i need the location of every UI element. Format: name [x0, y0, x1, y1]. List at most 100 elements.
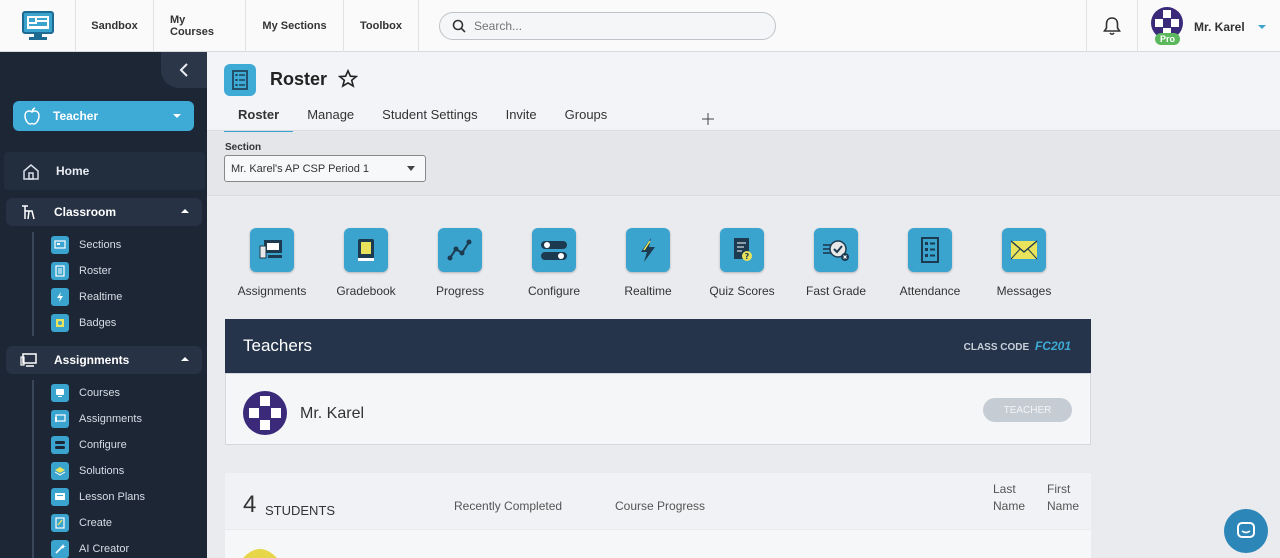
tool-label: Attendance	[899, 284, 961, 298]
sidebar-item-label: Home	[56, 164, 90, 178]
nav-my-sections[interactable]: My Sections	[246, 0, 344, 52]
pro-badge: Pro	[1155, 33, 1181, 45]
assignments-icon	[250, 228, 294, 272]
svg-text:?: ?	[745, 252, 750, 261]
tool-realtime[interactable]: Realtime	[601, 228, 695, 298]
tab-student-settings[interactable]: Student Settings	[368, 104, 491, 134]
sidebar-item-realtime[interactable]: Realtime	[34, 284, 122, 310]
tool-label: Progress	[435, 284, 485, 298]
sidebar-item-lesson-plans[interactable]: Lesson Plans	[34, 484, 145, 510]
page-title: Roster	[270, 69, 328, 89]
notifications-button[interactable]	[1086, 0, 1138, 52]
tab-groups[interactable]: Groups	[551, 104, 622, 134]
sidebar-item-solutions[interactable]: Solutions	[34, 458, 145, 484]
section-label: Section	[225, 142, 262, 153]
sidebar-item-courses[interactable]: Courses	[34, 380, 145, 406]
layers-icon	[51, 462, 69, 480]
col-recently-completed[interactable]: Recently Completed	[454, 499, 562, 513]
nav-my-courses[interactable]: My Courses	[154, 0, 246, 52]
main-content: Roster Roster Manage Student Settings In…	[207, 52, 1280, 558]
sidebar-section-classroom[interactable]: Classroom	[6, 198, 202, 226]
sidebar-item-configure[interactable]: Configure	[34, 432, 145, 458]
attendance-icon	[908, 228, 952, 272]
section-select-value: Mr. Karel's AP CSP Period 1	[231, 162, 370, 175]
sidebar-section-label: Assignments	[54, 353, 130, 367]
class-code-label: CLASS CODE	[963, 342, 1030, 353]
user-name: Mr. Karel	[1194, 20, 1245, 34]
toggle-icon	[532, 228, 576, 272]
sidebar-item-badges[interactable]: Badges	[34, 310, 122, 336]
section-select[interactable]: Mr. Karel's AP CSP Period 1	[224, 155, 426, 182]
crosshair-cursor-icon	[702, 113, 714, 125]
nav-sandbox[interactable]: Sandbox	[76, 0, 154, 52]
sidebar: Teacher Home Classroom Sections Roster R…	[0, 52, 207, 558]
class-code-value[interactable]: FC201	[1035, 339, 1071, 353]
chevron-down-icon	[407, 166, 415, 171]
tool-attendance[interactable]: Attendance	[883, 228, 977, 298]
fast-grade-icon	[814, 228, 858, 272]
assignments-icon	[20, 353, 37, 367]
role-selector[interactable]: Teacher	[13, 101, 194, 131]
chevron-left-icon	[179, 63, 188, 77]
col-course-progress[interactable]: Course Progress	[615, 499, 705, 513]
roster-icon	[51, 262, 69, 280]
teachers-header: Teachers CLASS CODE FC201	[225, 319, 1091, 373]
gradebook-icon	[344, 228, 388, 272]
tool-fast-grade[interactable]: Fast Grade	[789, 228, 883, 298]
teacher-name: Mr. Karel	[300, 405, 365, 422]
tool-label: Gradebook	[336, 284, 396, 298]
tool-messages[interactable]: Messages	[977, 228, 1071, 298]
ai-creator-icon	[51, 540, 69, 558]
sidebar-item-roster[interactable]: Roster	[34, 258, 122, 284]
avatar	[243, 391, 287, 435]
nav-toolbox[interactable]: Toolbox	[344, 0, 419, 52]
tab-manage[interactable]: Manage	[293, 104, 368, 134]
tool-configure[interactable]: Configure	[507, 228, 601, 298]
search-box[interactable]	[439, 12, 776, 40]
sidebar-item-sections[interactable]: Sections	[34, 232, 122, 258]
tab-invite[interactable]: Invite	[492, 104, 551, 134]
tool-quiz-scores[interactable]: ? Quiz Scores	[695, 228, 789, 298]
class-code: CLASS CODE FC201	[964, 339, 1071, 353]
section-bar: Section Mr. Karel's AP CSP Period 1	[207, 132, 1280, 196]
search-icon	[452, 19, 466, 33]
tab-roster[interactable]: Roster	[224, 104, 294, 134]
sections-icon	[51, 236, 69, 254]
sidebar-item-label: Courses	[79, 387, 120, 399]
sidebar-item-assignments[interactable]: Assignments	[34, 406, 145, 432]
chevron-up-icon	[181, 357, 189, 361]
student-count: 4	[243, 491, 257, 518]
sidebar-item-label: Lesson Plans	[79, 491, 146, 503]
tool-gradebook[interactable]: Gradebook	[319, 228, 413, 298]
user-menu[interactable]: Pro Mr. Karel	[1150, 6, 1267, 48]
col-last-name-line1: Last	[993, 482, 1016, 496]
teachers-title: Teachers	[243, 336, 312, 355]
sidebar-item-ai-creator[interactable]: AI Creator	[34, 536, 145, 558]
classroom-icon	[22, 205, 35, 220]
bell-icon	[1103, 17, 1121, 36]
chevron-up-icon	[181, 209, 189, 213]
col-first-name[interactable]: First Name	[1047, 481, 1079, 515]
assignments-icon	[51, 410, 69, 428]
search-input[interactable]	[474, 19, 754, 33]
tool-grid: Assignments Gradebook Progress Configure…	[225, 228, 1071, 298]
col-last-name[interactable]: Last Name	[993, 481, 1025, 515]
sidebar-section-assignments[interactable]: Assignments	[6, 346, 202, 374]
page-tabs: Roster Manage Student Settings Invite Gr…	[224, 104, 621, 134]
tool-progress[interactable]: Progress	[413, 228, 507, 298]
table-row[interactable]	[225, 530, 1091, 558]
tool-label: Messages	[996, 284, 1052, 298]
chevron-down-icon	[1257, 25, 1266, 29]
role-label: Teacher	[53, 109, 99, 123]
codehs-logo-icon[interactable]	[0, 0, 76, 52]
toggle-icon	[51, 436, 69, 454]
page-header: Roster Roster Manage Student Settings In…	[207, 52, 1280, 134]
star-icon[interactable]	[338, 69, 358, 89]
collapse-sidebar-button[interactable]	[161, 52, 207, 88]
sidebar-item-create[interactable]: Create	[34, 510, 145, 536]
chat-button[interactable]	[1224, 509, 1268, 553]
apple-icon	[24, 107, 40, 125]
tool-assignments[interactable]: Assignments	[225, 228, 319, 298]
sidebar-item-label: Sections	[79, 239, 122, 251]
sidebar-item-home[interactable]: Home	[4, 152, 205, 190]
